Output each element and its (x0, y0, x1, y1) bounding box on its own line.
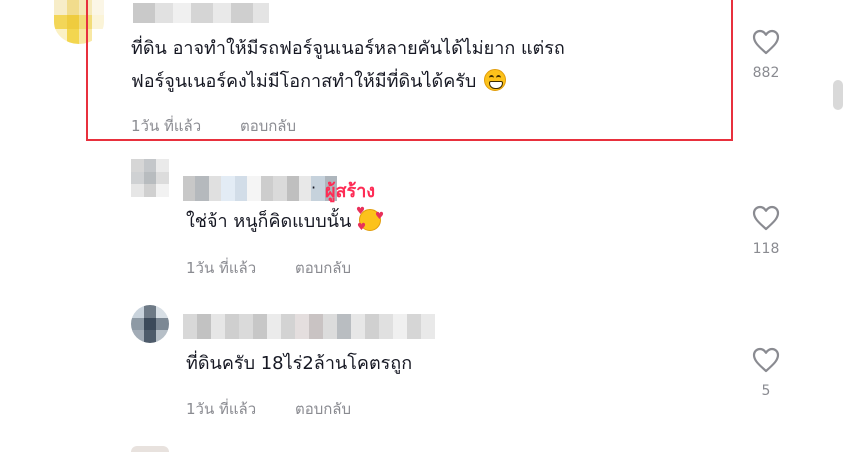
smiling-face-with-hearts-emoji: ♥ ♥ ♥ (355, 206, 384, 233)
scrollbar[interactable] (826, 0, 848, 452)
comment-text-line: ใช่จ้า หนูก็คิดแบบนั้น (186, 211, 352, 232)
like-count: 882 (752, 65, 780, 81)
comment-meta: 1วัน ที่แล้ว ตอบกลับ (186, 397, 351, 421)
like-count: 5 (761, 383, 771, 399)
next-comment-avatar[interactable] (131, 446, 169, 452)
like-button[interactable]: 5 (744, 347, 788, 399)
comment-text-line: ที่ดินครับ 18ไร่2ล้านโคตรถูก (186, 353, 413, 374)
heart-outline-icon (752, 29, 780, 55)
timestamp: 1วัน ที่แล้ว (186, 400, 257, 418)
comment-text: ใช่จ้า หนูก็คิดแบบนั้น ♥ ♥ ♥ (186, 205, 384, 238)
like-button[interactable]: 882 (744, 29, 788, 81)
scrollbar-thumb[interactable] (833, 80, 843, 110)
avatar[interactable] (131, 159, 169, 197)
heart-outline-icon (752, 347, 780, 373)
like-count: 118 (752, 241, 780, 257)
avatar[interactable] (131, 305, 169, 343)
reply-button[interactable]: ตอบกลับ (295, 400, 351, 418)
heart-outline-icon (752, 205, 780, 231)
comment-meta: 1วัน ที่แล้ว ตอบกลับ (186, 256, 351, 280)
separator-dot: · (311, 178, 317, 197)
username-masked[interactable] (183, 314, 435, 339)
highlight-box (86, 0, 733, 141)
comment-text: ที่ดินครับ 18ไร่2ล้านโคตรถูก (186, 347, 412, 380)
reply-button[interactable]: ตอบกลับ (295, 259, 351, 277)
creator-badge: ผู้สร้าง (325, 181, 376, 202)
like-button[interactable]: 118 (744, 205, 788, 257)
timestamp: 1วัน ที่แล้ว (186, 259, 257, 277)
